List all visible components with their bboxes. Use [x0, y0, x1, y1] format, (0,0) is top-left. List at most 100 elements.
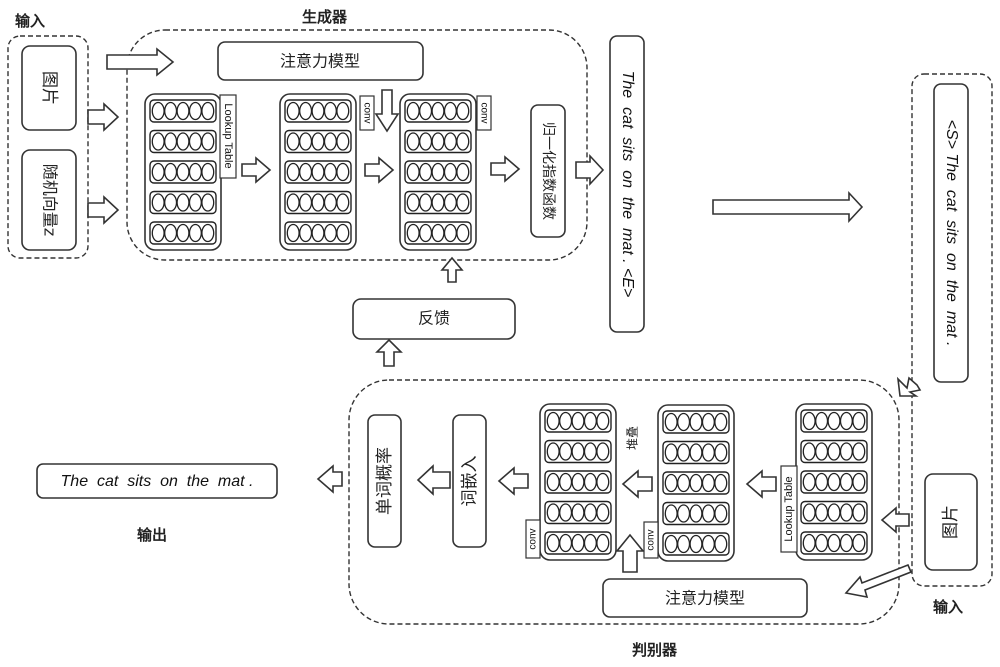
matrix-neuron — [677, 504, 691, 523]
matrix-neuron — [176, 101, 190, 121]
generator-conv-label-1: conv — [361, 102, 372, 123]
matrix-neuron — [201, 101, 215, 121]
matrix-neuron — [689, 473, 703, 493]
matrix-neuron — [188, 193, 202, 212]
matrix-neuron — [336, 132, 350, 151]
matrix-neuron — [677, 412, 691, 432]
matrix-neuron — [311, 162, 325, 182]
matrix-neuron — [286, 193, 300, 212]
arrow-discriminator-to-feedback-icon — [375, 338, 403, 367]
matrix-neuron — [151, 223, 165, 243]
matrix-neuron — [164, 101, 178, 121]
matrix-neuron — [714, 473, 728, 493]
matrix-neuron — [419, 193, 433, 212]
gan-diagram: 输入 图片 随机向量z 生成器 注意力模型 Lookup Table conv … — [7, 8, 993, 659]
arrow-prob-to-output-icon — [316, 464, 343, 494]
matrix-neuron — [431, 162, 445, 182]
matrix-neuron — [583, 503, 597, 522]
matrix-neuron — [583, 411, 597, 431]
matrix-neuron — [546, 442, 560, 461]
matrix-neuron — [299, 101, 313, 121]
generator-softmax-label: 归一化指数函数 — [540, 122, 557, 220]
matrix-neuron — [546, 503, 560, 522]
matrix-neuron — [443, 162, 457, 182]
arrow-attention-to-disc-conv-icon — [615, 533, 645, 573]
matrix-neuron — [701, 534, 715, 554]
matrix-neuron — [336, 101, 350, 121]
matrix-neuron — [443, 193, 457, 212]
matrix-neuron — [176, 162, 190, 182]
matrix-neuron — [419, 132, 433, 151]
discriminator-input-sentence: <S> The cat sits on the mat . — [943, 120, 960, 347]
matrix-neuron — [456, 193, 470, 212]
matrix-neuron — [571, 503, 585, 522]
matrix-neuron — [815, 472, 829, 492]
matrix-neuron — [431, 132, 445, 151]
matrix-neuron — [839, 472, 853, 492]
generator-input-image-label: 图片 — [39, 71, 59, 105]
matrix-neuron — [311, 101, 325, 121]
generator-input-label: 输入 — [15, 12, 45, 30]
matrix-neuron — [431, 193, 445, 212]
matrix-neuron — [299, 132, 313, 151]
matrix-neuron — [299, 223, 313, 243]
feedback-label: 反馈 — [418, 309, 450, 328]
matrix-neuron — [714, 534, 728, 554]
matrix-neuron — [406, 223, 420, 243]
matrix-neuron — [701, 504, 715, 523]
matrix-neuron — [677, 534, 691, 554]
discriminator-title: 判别器 — [632, 641, 678, 659]
matrix-neuron — [559, 472, 573, 492]
matrix-neuron — [286, 101, 300, 121]
matrix-neuron — [323, 132, 337, 151]
matrix-neuron — [286, 223, 300, 243]
generator-input-noise-label: 随机向量z — [41, 164, 60, 236]
matrix-neuron — [571, 442, 585, 461]
discriminator-input-image-label: 图片 — [941, 505, 961, 539]
discriminator-matrix-embedding — [795, 403, 873, 561]
matrix-neuron — [151, 101, 165, 121]
matrix-neuron — [419, 101, 433, 121]
matrix-neuron — [852, 533, 866, 553]
matrix-neuron — [689, 504, 703, 523]
matrix-neuron — [406, 101, 420, 121]
matrix-neuron — [815, 442, 829, 461]
matrix-neuron — [336, 162, 350, 182]
matrix-neuron — [839, 411, 853, 431]
discriminator-conv-label-2: conv — [528, 528, 539, 549]
matrix-neuron — [802, 533, 816, 553]
matrix-neuron — [311, 223, 325, 243]
matrix-neuron — [596, 503, 610, 522]
matrix-neuron — [689, 534, 703, 554]
matrix-neuron — [286, 162, 300, 182]
matrix-neuron — [336, 223, 350, 243]
matrix-neuron — [559, 503, 573, 522]
matrix-neuron — [664, 504, 678, 523]
arrow-gen-m2-m3-icon — [364, 156, 395, 184]
matrix-neuron — [827, 411, 841, 431]
matrix-neuron — [559, 411, 573, 431]
generator-output-sentence: The cat sits on the mat . <E> — [619, 71, 636, 298]
discriminator-input-label: 输入 — [933, 598, 963, 616]
generator-title: 生成器 — [302, 8, 348, 26]
matrix-neuron — [839, 533, 853, 553]
matrix-neuron — [839, 503, 853, 522]
discriminator-matrix-conv2 — [539, 403, 617, 561]
matrix-neuron — [311, 193, 325, 212]
matrix-neuron — [596, 472, 610, 492]
matrix-neuron — [689, 412, 703, 432]
output-label: 输出 — [137, 526, 167, 544]
generator-matrix-conv2 — [399, 93, 477, 251]
matrix-neuron — [406, 193, 420, 212]
arrow-image-to-generator-icon — [87, 102, 120, 132]
matrix-neuron — [689, 443, 703, 462]
matrix-neuron — [188, 223, 202, 243]
generator-attention-label: 注意力模型 — [280, 52, 360, 71]
matrix-neuron — [852, 442, 866, 461]
matrix-neuron — [431, 101, 445, 121]
matrix-neuron — [188, 101, 202, 121]
output-sentence: The cat sits on the mat . — [61, 473, 254, 490]
matrix-neuron — [546, 533, 560, 553]
matrix-neuron — [456, 132, 470, 151]
matrix-neuron — [815, 503, 829, 522]
